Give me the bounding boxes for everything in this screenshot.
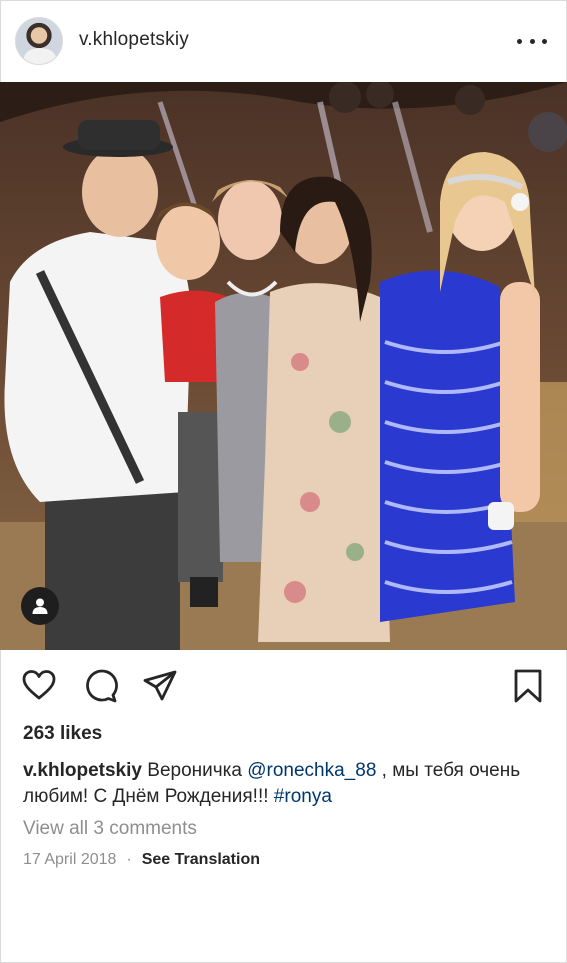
profile-avatar[interactable]	[15, 17, 63, 65]
more-options-icon[interactable]	[517, 30, 547, 52]
heart-icon[interactable]	[21, 668, 57, 704]
comment-icon[interactable]	[82, 668, 118, 704]
likes-count[interactable]: 263 likes	[23, 723, 102, 745]
caption-username[interactable]: v.khlopetskiy	[23, 760, 142, 781]
see-translation-link[interactable]: See Translation	[142, 851, 260, 869]
caption-hashtag[interactable]: #ronya	[274, 786, 332, 807]
header-username[interactable]: v.khlopetskiy	[79, 29, 189, 51]
post-caption: v.khlopetskiy Вероничка @ronechka_88 , м…	[23, 758, 548, 810]
action-bar	[0, 662, 567, 710]
tagged-user-icon[interactable]	[21, 587, 59, 625]
post-header: v.khlopetskiy	[0, 0, 567, 82]
caption-text-before: Вероничка	[147, 760, 248, 781]
share-icon[interactable]	[142, 668, 178, 704]
caption-mention[interactable]: @ronechka_88	[247, 760, 376, 781]
meta-separator: ·	[126, 851, 132, 868]
post-photo[interactable]	[0, 82, 567, 650]
view-comments-link[interactable]: View all 3 comments	[23, 818, 197, 840]
post-meta: 17 April 2018 · See Translation	[23, 851, 260, 869]
bookmark-icon[interactable]	[510, 668, 546, 704]
post-date: 17 April 2018	[23, 851, 117, 868]
